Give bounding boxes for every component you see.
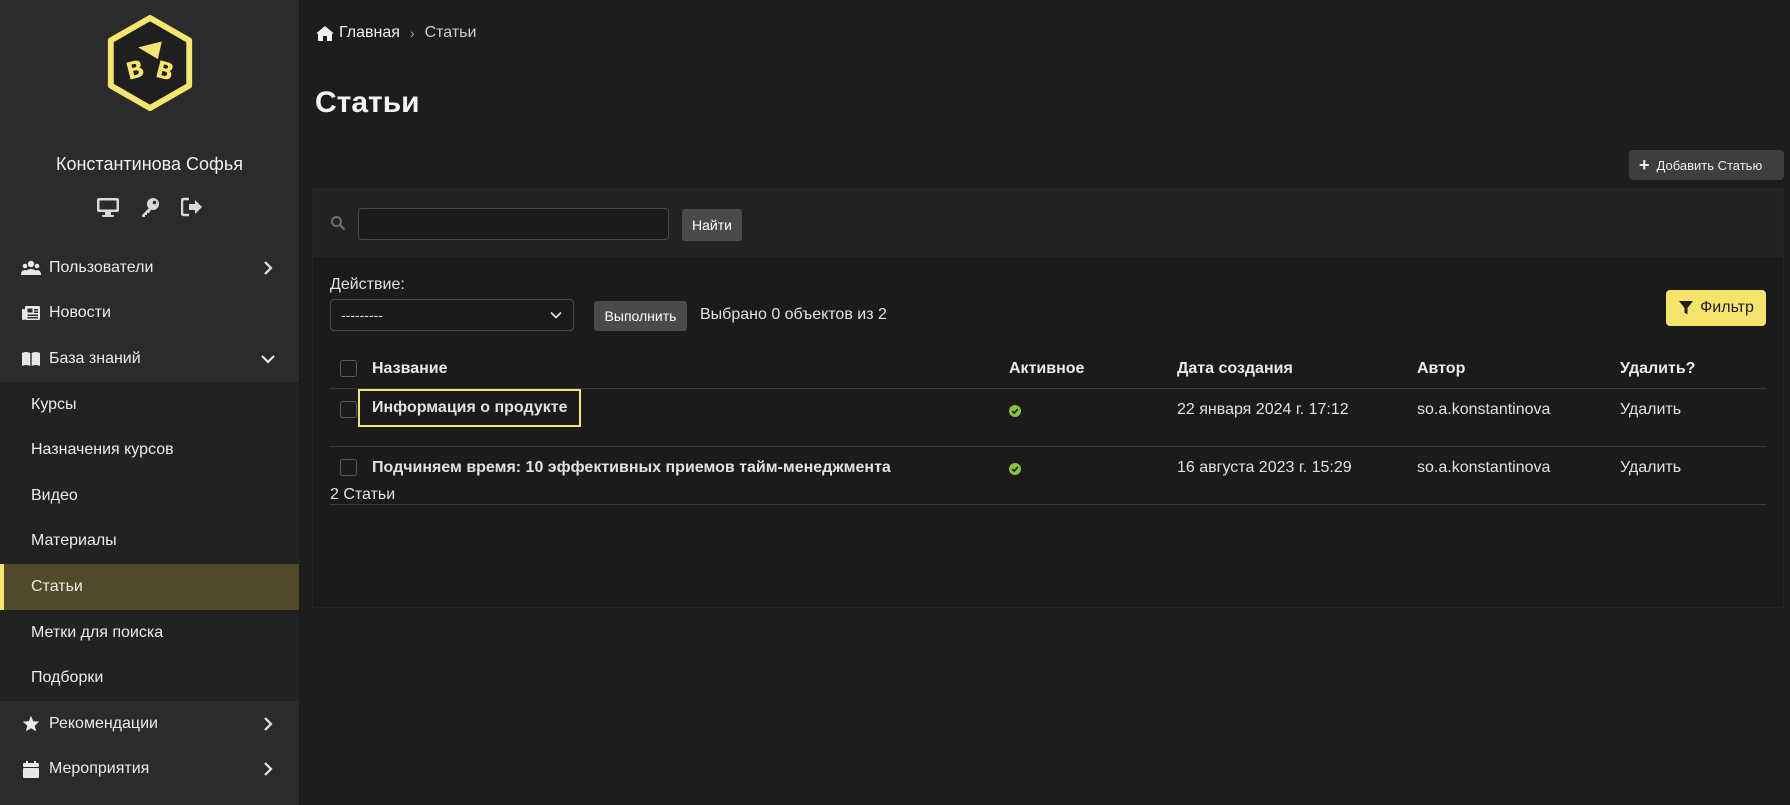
- search-bar: Найти: [313, 189, 1783, 257]
- sidebar-item-materials[interactable]: Материалы: [0, 519, 299, 565]
- breadcrumb-home[interactable]: Главная: [315, 24, 400, 42]
- plus-icon: +: [1639, 155, 1650, 175]
- users-icon: [21, 259, 41, 277]
- sidebar-item-label: Мероприятия: [49, 760, 150, 778]
- run-action-button[interactable]: Выполнить: [594, 301, 687, 331]
- sidebar-item-knowledge-base[interactable]: База знаний: [0, 336, 299, 382]
- add-article-label: Добавить Статью: [1656, 157, 1763, 173]
- sidebar-item-label: База знаний: [49, 349, 141, 367]
- sidebar-item-label: Назначения курсов: [31, 441, 174, 459]
- created-date: 22 января 2024 г. 17:12: [1177, 401, 1349, 418]
- filter-label: Фильтр: [1700, 299, 1754, 316]
- check-circle-icon: [1009, 463, 1021, 475]
- add-article-button[interactable]: + Добавить Статью: [1629, 150, 1784, 180]
- sidebar-item-label: Рекомендации: [49, 714, 158, 732]
- logout-icon[interactable]: [180, 195, 204, 219]
- active-status: [1009, 459, 1021, 478]
- home-icon: [316, 25, 334, 41]
- filter-icon: [1679, 301, 1694, 315]
- sidebar-item-label: Метки для поиска: [31, 623, 164, 641]
- sidebar-item-articles[interactable]: Статьи: [0, 564, 299, 610]
- sidebar: B B Константинова Софья Пользователи Нов…: [0, 0, 299, 805]
- star-icon: [21, 715, 41, 733]
- chevron-down-icon: [550, 311, 562, 319]
- select-all-checkbox[interactable]: [340, 360, 357, 377]
- action-select[interactable]: ---------: [330, 299, 574, 331]
- chevron-down-icon: [261, 352, 275, 366]
- search-icon: [331, 216, 346, 231]
- sidebar-nav: Пользователи Новости База знаний Курсы Н…: [0, 245, 299, 792]
- sidebar-item-label: Статьи: [31, 577, 83, 595]
- result-count: 2 Статьи: [330, 486, 396, 503]
- sidebar-item-news[interactable]: Новости: [0, 291, 299, 337]
- sidebar-item-label: Курсы: [31, 395, 77, 413]
- newspaper-icon: [21, 304, 41, 322]
- sidebar-item-courses[interactable]: Курсы: [0, 382, 299, 428]
- knowledge-base-subnav: Курсы Назначения курсов Видео Материалы …: [0, 381, 299, 701]
- sidebar-item-events[interactable]: Мероприятия: [0, 747, 299, 793]
- column-header-created[interactable]: Дата создания: [1177, 360, 1293, 378]
- page-title: Статьи: [315, 86, 420, 119]
- breadcrumb: Главная › Статьи: [315, 24, 476, 42]
- table-row: Подчиняем время: 10 эффективных приемов …: [330, 447, 1766, 505]
- active-status: [1009, 401, 1021, 420]
- sidebar-item-users[interactable]: Пользователи: [0, 245, 299, 291]
- sidebar-item-video[interactable]: Видео: [0, 473, 299, 519]
- sidebar-item-course-assignments[interactable]: Назначения курсов: [0, 427, 299, 473]
- column-header-author[interactable]: Автор: [1417, 360, 1465, 378]
- sidebar-item-collections[interactable]: Подборки: [0, 655, 299, 701]
- action-label: Действие:: [330, 276, 405, 293]
- user-name: Константинова Софья: [56, 154, 243, 174]
- sidebar-item-search-tags[interactable]: Метки для поиска: [0, 610, 299, 656]
- created-date: 16 августа 2023 г. 15:29: [1177, 459, 1352, 476]
- monitor-icon[interactable]: [96, 195, 120, 219]
- sidebar-item-recommendations[interactable]: Рекомендации: [0, 701, 299, 747]
- calendar-icon: [21, 760, 41, 778]
- book-icon: [21, 350, 41, 368]
- results-table: Название Активное Дата создания Автор Уд…: [330, 349, 1766, 505]
- article-title-link[interactable]: Подчиняем время: 10 эффективных приемов …: [372, 459, 891, 477]
- sidebar-item-label: Новости: [49, 304, 111, 322]
- delete-link[interactable]: Удалить: [1620, 459, 1681, 477]
- sidebar-item-label: Материалы: [31, 532, 117, 550]
- author: so.a.konstantinova: [1417, 459, 1551, 476]
- selected-count: Выбрано 0 объектов из 2: [700, 306, 887, 323]
- action-select-value: ---------: [341, 307, 383, 323]
- sidebar-item-label: Подборки: [31, 669, 104, 687]
- table-row: Информация о продукте 22 января 2024 г. …: [330, 389, 1766, 447]
- breadcrumb-home-label: Главная: [339, 24, 400, 41]
- changelist-card: Найти Действие: --------- Выполнить Выбр…: [312, 188, 1784, 608]
- filter-button[interactable]: Фильтр: [1666, 290, 1766, 326]
- delete-link[interactable]: Удалить: [1620, 401, 1681, 419]
- sidebar-item-label: Пользователи: [49, 258, 154, 276]
- column-header-delete: Удалить?: [1620, 360, 1696, 377]
- chevron-right-icon: [261, 716, 275, 731]
- breadcrumb-current: Статьи: [424, 24, 477, 41]
- user-actions: [0, 195, 299, 219]
- search-input[interactable]: [358, 208, 669, 240]
- sidebar-item-label: Видео: [31, 486, 78, 504]
- column-header-active[interactable]: Активное: [1009, 360, 1084, 378]
- breadcrumb-separator: ›: [409, 25, 415, 41]
- logo[interactable]: B B: [101, 14, 199, 112]
- search-button[interactable]: Найти: [682, 209, 742, 241]
- row-checkbox[interactable]: [340, 459, 357, 476]
- check-circle-icon: [1009, 405, 1021, 417]
- chevron-right-icon: [261, 261, 275, 275]
- author: so.a.konstantinova: [1417, 401, 1551, 418]
- key-icon[interactable]: [138, 195, 162, 219]
- row-checkbox[interactable]: [340, 401, 357, 418]
- article-title-link[interactable]: Информация о продукте: [357, 389, 582, 427]
- table-header: Название Активное Дата создания Автор Уд…: [330, 349, 1766, 389]
- column-header-title[interactable]: Название: [372, 360, 448, 378]
- chevron-right-icon: [261, 762, 275, 777]
